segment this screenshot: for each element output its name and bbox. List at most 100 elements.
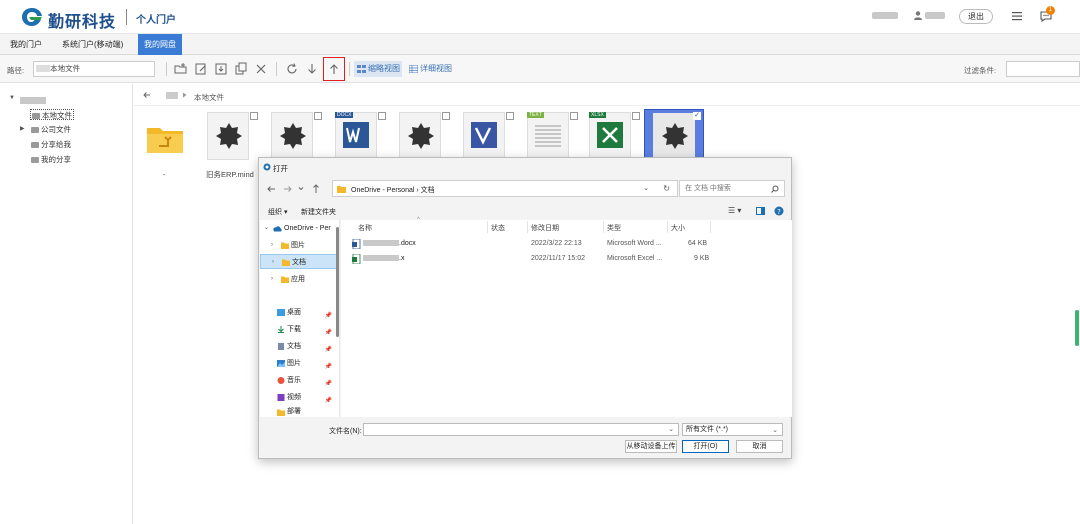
column-divider[interactable] xyxy=(487,221,488,233)
file-item-docx[interactable]: DOCX xyxy=(329,110,383,162)
filetype-select[interactable]: 所有文件 (*.*) ⌄ xyxy=(682,423,783,436)
file-checkbox[interactable] xyxy=(632,112,640,120)
file-item-4[interactable] xyxy=(393,110,447,162)
tab-my-portal[interactable]: 我的门户 xyxy=(4,34,48,55)
file-item-text[interactable]: TEXT xyxy=(521,110,575,162)
path-input[interactable]: \本地文件 xyxy=(33,61,155,77)
download-icon[interactable] xyxy=(305,62,319,76)
upload-icon[interactable] xyxy=(327,62,341,76)
column-header-status[interactable]: 状态 xyxy=(491,223,505,233)
refresh-icon[interactable] xyxy=(285,62,299,76)
file-item-2[interactable] xyxy=(265,110,319,162)
new-folder-icon[interactable] xyxy=(174,62,188,76)
file-checkbox[interactable] xyxy=(570,112,578,120)
filter-input[interactable] xyxy=(1006,61,1080,77)
chevron-right-icon[interactable]: › xyxy=(271,238,273,253)
preview-pane-icon[interactable] xyxy=(756,207,765,215)
refresh-icon[interactable]: ↻ xyxy=(663,184,670,193)
folder-icon xyxy=(337,186,346,193)
page-scrollbar[interactable] xyxy=(1075,310,1079,346)
organize-button[interactable]: 组织 ▾ xyxy=(268,207,287,217)
dialog-search-input[interactable]: 在 文档 中搜索 xyxy=(679,180,785,197)
chevron-down-icon[interactable]: ⌄ xyxy=(772,425,778,436)
file-item-xlsx[interactable]: XLSX xyxy=(583,110,637,162)
side-item-documents[interactable]: 文档 📌 xyxy=(260,339,338,354)
rename-icon[interactable] xyxy=(194,62,208,76)
side-item-apps-od[interactable]: › 应用 xyxy=(260,272,338,287)
file-item-mind[interactable] xyxy=(201,110,255,162)
detail-view-label: 详细视图 xyxy=(420,64,452,73)
side-item-pictures[interactable]: 图片 📌 xyxy=(260,356,338,371)
tree-item-local-files[interactable]: 本地文件 xyxy=(30,109,74,120)
tree-item-company-files[interactable]: 公司文件 xyxy=(31,124,71,135)
cancel-button[interactable]: 取消 xyxy=(736,440,783,453)
side-item-desktop[interactable]: 桌面 📌 xyxy=(260,305,338,320)
checkmark-icon[interactable]: ✓ xyxy=(693,112,701,120)
side-item-videos[interactable]: 视频 📌 xyxy=(260,390,338,405)
file-item-selected[interactable]: ✓ xyxy=(644,109,704,161)
side-item-deploy[interactable]: 部署 xyxy=(260,407,338,417)
side-item-documents-od[interactable]: › 文档 xyxy=(260,254,338,269)
delete-icon[interactable] xyxy=(254,62,268,76)
logout-button[interactable]: 退出 xyxy=(959,9,993,24)
copy-icon[interactable] xyxy=(234,62,248,76)
table-row[interactable]: .docx 2022/3/22 22:13 Microsoft Word ...… xyxy=(347,238,787,250)
side-item-music[interactable]: 音乐 📌 xyxy=(260,373,338,388)
tree-item-shared-with-me[interactable]: 分享给我 xyxy=(31,139,71,150)
file-item-upfolder[interactable] xyxy=(142,110,196,162)
file-checkbox[interactable] xyxy=(442,112,450,120)
tree-item-my-shares[interactable]: 我的分享 xyxy=(31,154,71,165)
user-info-redacted xyxy=(872,12,898,19)
chevron-right-icon xyxy=(183,92,187,98)
chevron-down-icon[interactable]: ⌄ xyxy=(668,425,674,433)
column-header-name[interactable]: 名称 xyxy=(358,223,372,233)
upload-from-mobile-button[interactable]: 从移动设备上传 xyxy=(625,440,677,453)
file-checkbox[interactable] xyxy=(378,112,386,120)
tab-my-netdisk[interactable]: 我的网盘 xyxy=(138,34,182,55)
filename-input[interactable]: ⌄ xyxy=(363,423,679,436)
visio-doc-icon xyxy=(471,122,497,148)
save-icon[interactable] xyxy=(214,62,228,76)
chevron-right-icon[interactable]: › xyxy=(272,255,274,270)
nav-pane-scrollbar[interactable] xyxy=(336,227,339,337)
tree-expand-icon[interactable]: ▼ xyxy=(9,95,15,101)
file-checkbox[interactable] xyxy=(314,112,322,120)
breadcrumb-root-redacted[interactable] xyxy=(166,92,178,99)
view-options-icon[interactable]: ☰ ▾ xyxy=(728,206,741,215)
search-icon[interactable] xyxy=(771,185,779,193)
column-header-size[interactable]: 大小 xyxy=(671,223,685,233)
column-divider[interactable] xyxy=(667,221,668,233)
column-divider[interactable] xyxy=(527,221,528,233)
open-button[interactable]: 打开(O) xyxy=(682,440,729,453)
chevron-right-icon[interactable]: › xyxy=(271,272,273,287)
address-bar[interactable]: OneDrive - Personal › 文档 ⌄ ↻ xyxy=(332,180,678,197)
chevron-down-icon[interactable]: ⌄ xyxy=(643,184,649,192)
tab-system-portal-mobile[interactable]: 系统门户(移动端) xyxy=(56,34,129,55)
help-icon[interactable]: ? xyxy=(774,206,784,216)
column-header-type[interactable]: 类型 xyxy=(607,223,621,233)
new-folder-button[interactable]: 新建文件夹 xyxy=(301,207,336,217)
back-arrow-icon[interactable] xyxy=(143,91,151,99)
column-header-date[interactable]: 修改日期 xyxy=(531,223,559,233)
side-item-onedrive[interactable]: ⌄ OneDrive - Per xyxy=(260,221,338,236)
dialog-title: 打开 xyxy=(273,164,288,173)
table-row[interactable]: .x 2022/11/17 15:02 Microsoft Excel ... … xyxy=(347,253,787,265)
svg-text:?: ? xyxy=(777,208,781,216)
side-item-downloads[interactable]: 下载 📌 xyxy=(260,322,338,337)
brand-logo-icon xyxy=(22,8,42,26)
column-divider[interactable] xyxy=(710,221,711,233)
music-icon xyxy=(277,377,285,384)
file-checkbox[interactable] xyxy=(250,112,258,120)
tree-root-redacted[interactable] xyxy=(20,97,46,104)
column-divider[interactable] xyxy=(603,221,604,233)
username-redacted[interactable] xyxy=(925,12,945,19)
file-item-visio[interactable] xyxy=(457,110,511,162)
chevron-down-icon[interactable]: ⌄ xyxy=(264,221,269,236)
menu-icon[interactable] xyxy=(1011,10,1023,22)
toolbar-divider xyxy=(276,62,277,76)
file-checkbox[interactable] xyxy=(506,112,514,120)
side-item-pictures-od[interactable]: › 图片 xyxy=(260,238,338,253)
tree-expand-icon[interactable]: ▶ xyxy=(20,125,25,132)
excel-doc-icon xyxy=(597,122,623,148)
nav-arrows-icon[interactable] xyxy=(265,182,325,196)
